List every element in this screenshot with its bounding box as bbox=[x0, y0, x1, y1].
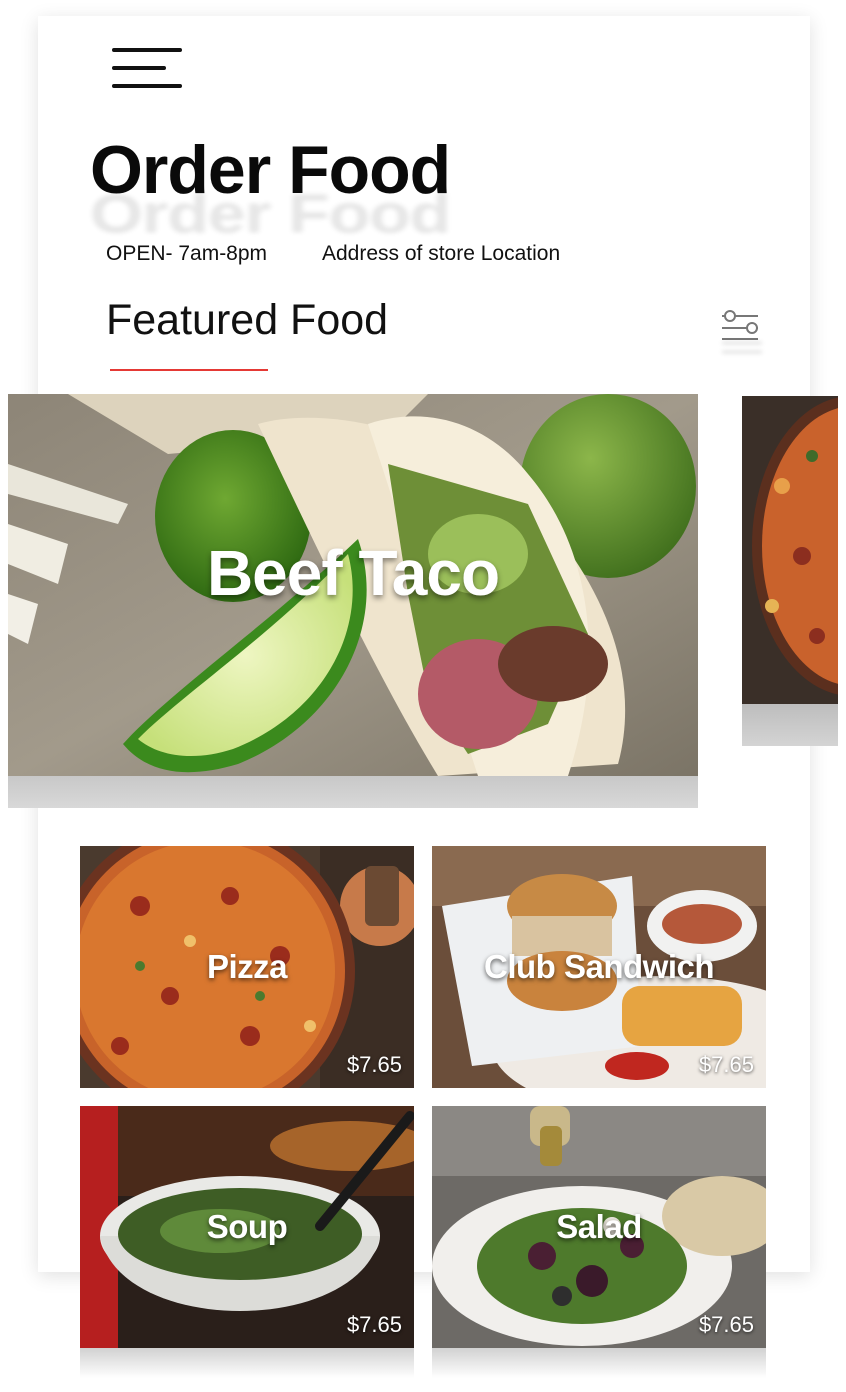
app-screen: Order Food Order Food OPEN- 7am-8pm Addr… bbox=[0, 0, 846, 1392]
tile-shadow bbox=[432, 1348, 766, 1378]
hamburger-menu-icon[interactable] bbox=[112, 48, 182, 90]
featured-card-next-peek[interactable] bbox=[742, 396, 838, 704]
store-hours: OPEN- 7am-8pm bbox=[106, 242, 268, 265]
menu-item-salad[interactable]: Salad $7.65 bbox=[432, 1106, 766, 1348]
next-card-shadow bbox=[742, 704, 838, 746]
menu-item-soup[interactable]: Soup $7.65 bbox=[80, 1106, 414, 1348]
menu-item-pizza[interactable]: Pizza $7.65 bbox=[80, 846, 414, 1088]
featured-card-shadow bbox=[8, 776, 698, 808]
menu-item-price: $7.65 bbox=[698, 1312, 754, 1337]
pizza-peek-photo bbox=[742, 396, 838, 704]
section-underline bbox=[110, 369, 268, 371]
store-address[interactable]: Address of store Location bbox=[322, 242, 560, 266]
featured-item-label: Beef Taco bbox=[206, 537, 500, 609]
menu-item-name: Pizza bbox=[206, 948, 288, 985]
featured-card-beef-taco[interactable]: Beef Taco bbox=[8, 394, 698, 776]
filter-icon-reflection bbox=[722, 338, 762, 358]
menu-item-club-sandwich[interactable]: Club Sandwich $7.65 bbox=[432, 846, 766, 1088]
page-title: Order Food bbox=[90, 132, 451, 208]
menu-item-price: $7.65 bbox=[346, 1312, 402, 1337]
menu-item-name: Soup bbox=[206, 1208, 288, 1245]
menu-item-price: $7.65 bbox=[698, 1052, 754, 1077]
tile-shadow bbox=[80, 1348, 414, 1378]
menu-item-name: Salad bbox=[556, 1208, 642, 1245]
section-title-featured: Featured Food bbox=[106, 296, 389, 344]
menu-item-price: $7.65 bbox=[346, 1052, 402, 1077]
menu-item-name: Club Sandwich bbox=[483, 948, 715, 985]
